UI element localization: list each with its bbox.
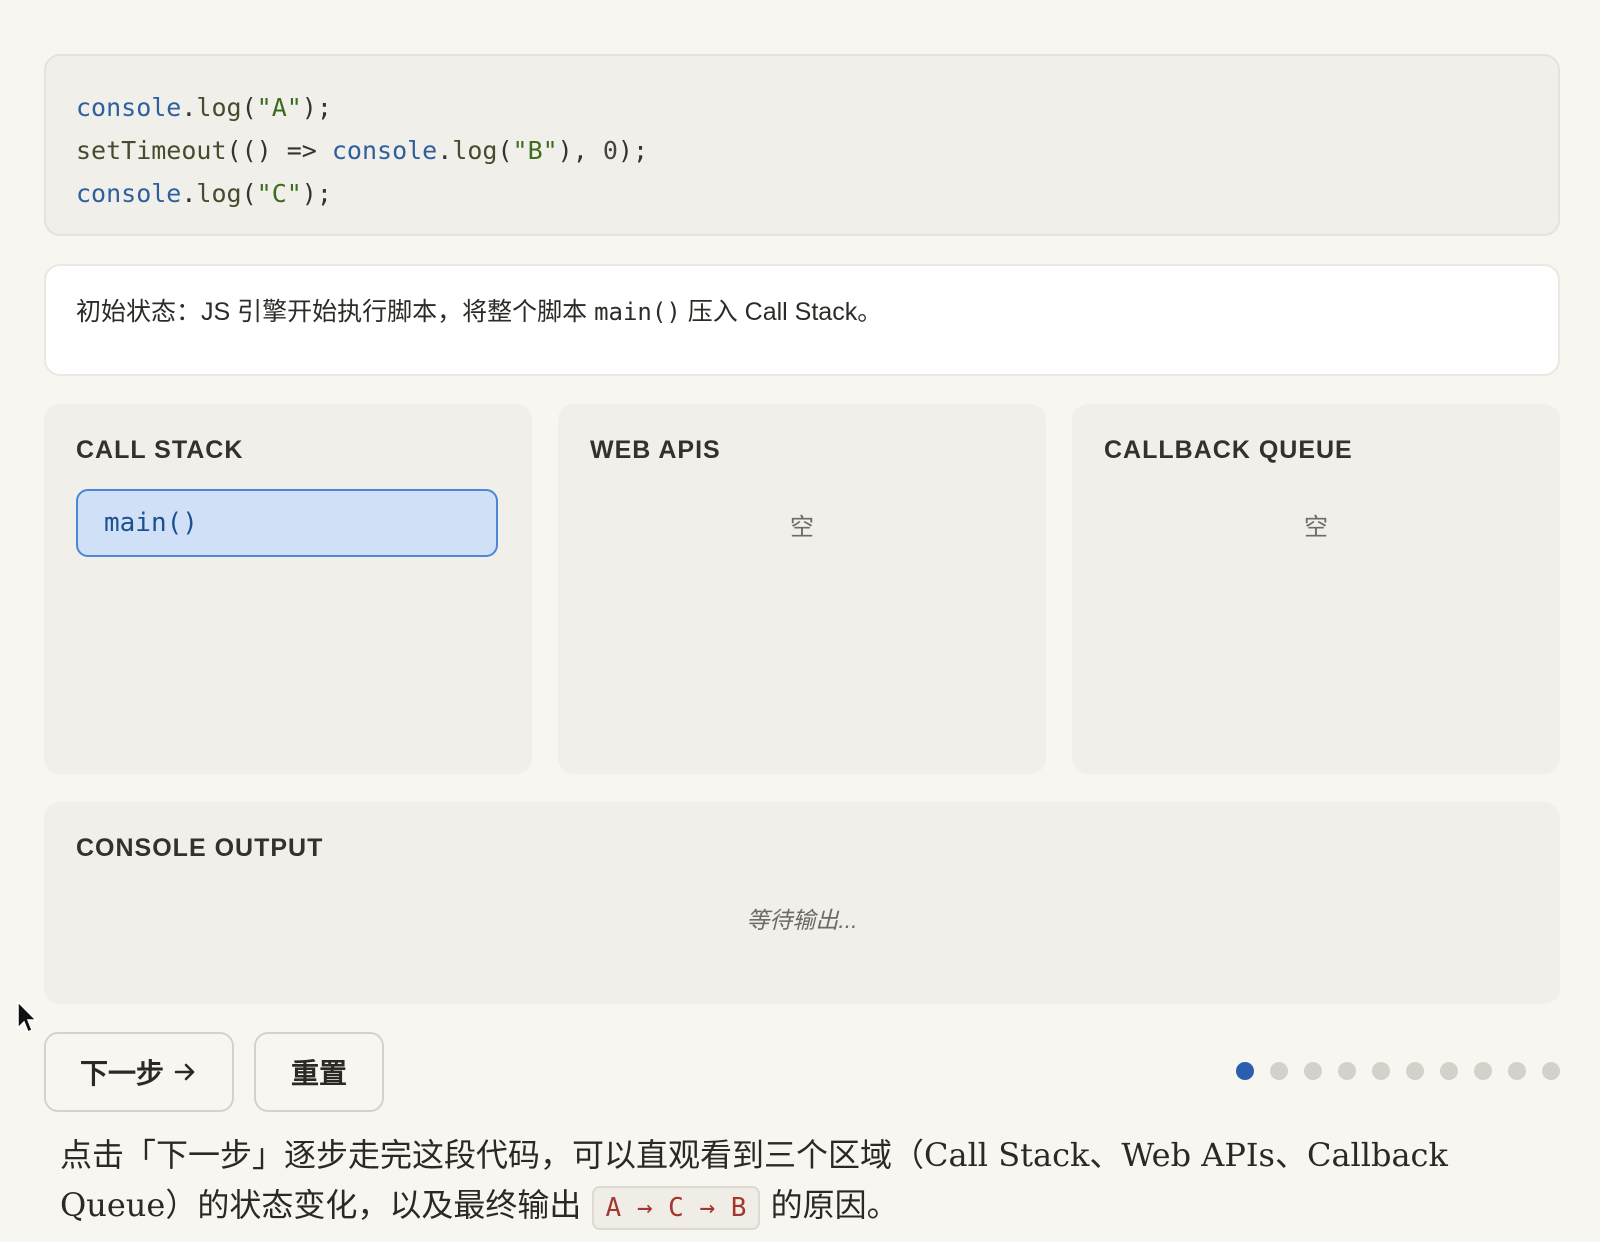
code-token: ); xyxy=(301,179,332,208)
step-dot[interactable] xyxy=(1236,1062,1254,1080)
code-token: "A" xyxy=(256,93,302,122)
reset-label: 重置 xyxy=(290,1057,347,1090)
footer-text-after: 的原因。 xyxy=(760,1186,899,1224)
code-token: log xyxy=(452,136,498,165)
code-token: console xyxy=(331,136,438,165)
reset-button[interactable]: 重置 xyxy=(254,1032,384,1112)
step-description: 初始状态：JS 引擎开始执行脚本，将整个脚本 main() 压入 Call St… xyxy=(44,264,1560,376)
code-token: console xyxy=(76,179,182,208)
arrow-right-icon xyxy=(174,1063,195,1081)
code-token: "C" xyxy=(256,179,302,208)
code-token: . xyxy=(437,136,453,165)
code-line-1: console.log("A"); xyxy=(76,86,1528,129)
step-indicator xyxy=(1236,1062,1560,1080)
call-stack-panel: CALL STACK main() xyxy=(44,404,532,774)
code-token: (() => xyxy=(226,136,332,165)
web-apis-title: WEB APIS xyxy=(590,436,721,464)
code-token: ), xyxy=(557,136,603,165)
callback-queue-empty: 空 xyxy=(1304,514,1328,541)
code-token: ( xyxy=(241,179,257,208)
code-token: ( xyxy=(497,136,513,165)
next-step-button[interactable]: 下一步 xyxy=(44,1032,234,1112)
code-token: ( xyxy=(241,93,257,122)
console-placeholder: 等待输出... xyxy=(746,907,858,933)
console-output-title: CONSOLE OUTPUT xyxy=(76,834,324,862)
code-token: console xyxy=(76,93,182,122)
web-apis-panel: WEB APIS 空 xyxy=(558,404,1046,774)
step-dot[interactable] xyxy=(1440,1062,1458,1080)
stack-frame-main: main() xyxy=(76,489,498,557)
call-stack-title: CALL STACK xyxy=(76,436,244,464)
mouse-pointer-icon xyxy=(17,1000,38,1034)
code-block: console.log("A"); setTimeout(() => conso… xyxy=(44,54,1560,236)
step-dot[interactable] xyxy=(1372,1062,1390,1080)
step-dot[interactable] xyxy=(1474,1062,1492,1080)
code-token: setTimeout xyxy=(76,136,227,165)
code-token: log xyxy=(196,179,242,208)
code-token: . xyxy=(181,93,197,122)
code-token: log xyxy=(196,93,242,122)
callback-queue-title: CALLBACK QUEUE xyxy=(1104,436,1353,464)
step-dot[interactable] xyxy=(1508,1062,1526,1080)
step-dot[interactable] xyxy=(1406,1062,1424,1080)
footer-explanation: 点击「下一步」逐步走完这段代码，可以直观看到三个区域（Call Stack、We… xyxy=(60,1130,1560,1230)
code-token: ); xyxy=(301,93,332,122)
code-token: . xyxy=(181,179,197,208)
step-dot[interactable] xyxy=(1304,1062,1322,1080)
code-token: 0 xyxy=(602,136,618,165)
step-dot[interactable] xyxy=(1542,1062,1560,1080)
console-output-panel: CONSOLE OUTPUT 等待输出... xyxy=(44,802,1560,1004)
callback-queue-panel: CALLBACK QUEUE 空 xyxy=(1072,404,1560,774)
code-line-3: console.log("C"); xyxy=(76,172,1528,215)
step-dot[interactable] xyxy=(1338,1062,1356,1080)
next-step-label: 下一步 xyxy=(79,1057,164,1090)
code-token: "B" xyxy=(512,136,558,165)
description-code: main() xyxy=(594,298,681,326)
code-line-2: setTimeout(() => console.log("B"), 0); xyxy=(76,129,1528,172)
description-prefix: 初始状态：JS 引擎开始执行脚本，将整个脚本 xyxy=(76,298,595,326)
code-token: ); xyxy=(617,136,648,165)
output-order-code: A → C → B xyxy=(591,1185,761,1230)
description-suffix: 压入 Call Stack。 xyxy=(680,298,883,326)
step-dot[interactable] xyxy=(1270,1062,1288,1080)
web-apis-empty: 空 xyxy=(790,514,814,541)
